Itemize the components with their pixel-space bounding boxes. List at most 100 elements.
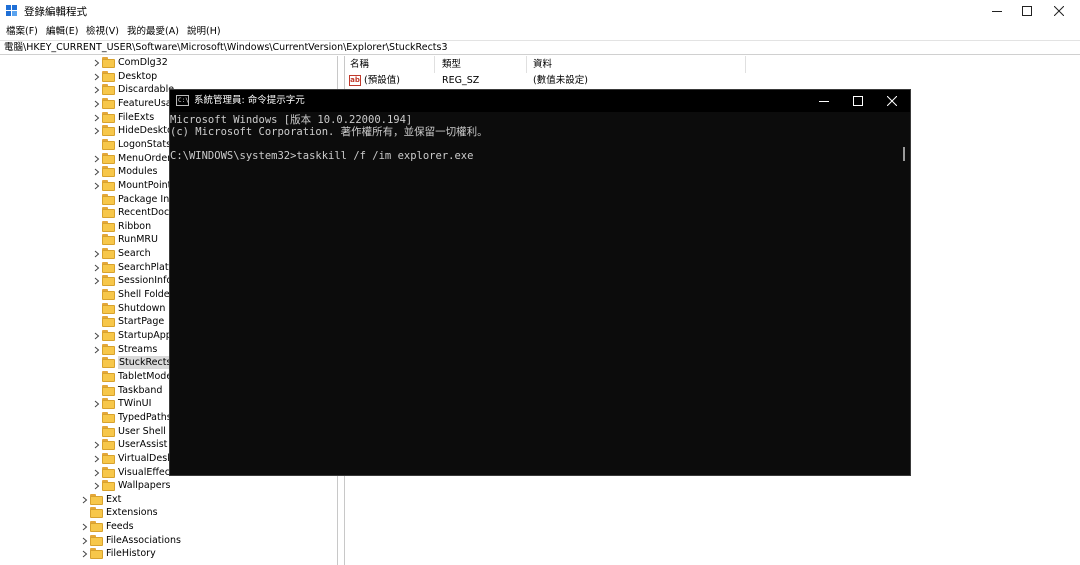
column-header-type[interactable]: 類型 (442, 58, 461, 71)
close-icon (887, 96, 897, 106)
chevron-right-icon[interactable] (81, 496, 89, 504)
chevron-right-icon[interactable] (93, 332, 101, 340)
tree-item-label: Ribbon (118, 220, 152, 232)
menu-edit[interactable]: 編輯(E) (46, 25, 78, 39)
folder-icon (102, 466, 115, 478)
tree-item-label: Ext (106, 493, 122, 505)
title-bar[interactable]: 登錄編輯程式 (0, 0, 1080, 24)
chevron-right-icon[interactable] (81, 537, 89, 545)
address-bar[interactable]: 電腦\HKEY_CURRENT_USER\Software\Microsoft\… (0, 40, 1080, 55)
chevron-right-icon[interactable] (93, 73, 101, 81)
chevron-right-icon[interactable] (93, 264, 101, 272)
tree-item-label: Feeds (106, 521, 134, 533)
cmd-maximize-button[interactable] (841, 90, 875, 112)
folder-icon (102, 425, 115, 437)
chevron-right-icon[interactable] (93, 250, 101, 258)
chevron-right-icon[interactable] (81, 550, 89, 558)
folder-icon (102, 398, 115, 410)
column-divider[interactable] (434, 56, 435, 73)
console-line: Microsoft Windows [版本 10.0.22000.194] (170, 114, 413, 126)
chevron-right-icon[interactable] (93, 469, 101, 477)
tree-item-label: FileAssociations (106, 534, 181, 546)
folder-icon (102, 302, 115, 314)
chevron-right-icon[interactable] (93, 114, 101, 122)
chevron-right-icon[interactable] (81, 523, 89, 531)
folder-icon (102, 152, 115, 164)
chevron-right-icon[interactable] (93, 155, 101, 163)
chevron-right-icon[interactable] (93, 127, 101, 135)
folder-icon (102, 411, 115, 423)
tree-item-label: RunMRU (118, 234, 158, 246)
column-divider[interactable] (745, 56, 746, 73)
menu-view[interactable]: 檢視(V) (86, 25, 119, 39)
chevron-right-icon[interactable] (93, 86, 101, 94)
registry-editor-icon (6, 5, 18, 18)
tree-item-label: Taskband (118, 384, 163, 396)
chevron-right-icon[interactable] (93, 277, 101, 285)
folder-icon (102, 452, 115, 464)
tree-item-label: Desktop (118, 70, 158, 82)
tree-item-label: Streams (118, 343, 158, 355)
folder-icon (90, 534, 103, 546)
column-header-name[interactable]: 名稱 (350, 58, 369, 71)
command-prompt-window[interactable]: C:\ 系統管理員: 命令提示字元 Microsoft Windows [版本 … (169, 89, 911, 476)
close-button[interactable] (1040, 0, 1078, 24)
chevron-right-icon[interactable] (93, 441, 101, 449)
folder-icon (102, 179, 115, 191)
value-type: REG_SZ (442, 75, 480, 86)
chevron-right-icon[interactable] (93, 100, 101, 108)
tree-item-label: TypedPaths (118, 411, 172, 423)
chevron-right-icon[interactable] (93, 482, 101, 490)
cmd-title-bar[interactable]: C:\ 系統管理員: 命令提示字元 (170, 90, 910, 112)
menu-favorites[interactable]: 我的最愛(A) (127, 25, 179, 39)
minimize-icon (992, 11, 1002, 12)
chevron-right-icon[interactable] (93, 59, 101, 67)
menu-file[interactable]: 檔案(F) (6, 25, 38, 39)
menu-bar: 檔案(F) 編輯(E) 檢視(V) 我的最愛(A) 說明(H) (0, 24, 1080, 40)
tree-item-label: SessionInfo (118, 275, 173, 287)
folder-icon (102, 138, 115, 150)
console-line: C:\WINDOWS\system32>taskkill /f /im expl… (170, 150, 474, 162)
maximize-icon (1022, 6, 1032, 16)
tree-item-label: Discardable (118, 84, 175, 96)
chevron-right-icon[interactable] (93, 455, 101, 463)
tree-item-label: TWinUI (118, 398, 152, 410)
folder-icon (102, 193, 115, 205)
cmd-close-button[interactable] (875, 90, 909, 112)
folder-icon (102, 261, 115, 273)
tree-item-label: UserAssist (118, 439, 168, 451)
column-divider[interactable] (526, 56, 527, 73)
folder-icon (102, 357, 115, 369)
chevron-right-icon[interactable] (93, 346, 101, 354)
folder-icon (102, 97, 115, 109)
address-path[interactable]: 電腦\HKEY_CURRENT_USER\Software\Microsoft\… (4, 41, 448, 54)
chevron-right-icon[interactable] (93, 182, 101, 190)
folder-icon (90, 548, 103, 560)
tree-item-label: TabletMode (118, 370, 173, 382)
value-name[interactable]: (預設值) (364, 74, 400, 88)
console-output[interactable]: Microsoft Windows [版本 10.0.22000.194] (c… (170, 112, 910, 475)
chevron-right-icon[interactable] (93, 168, 101, 176)
tree-item-label: ComDlg32 (118, 57, 168, 68)
folder-icon (102, 166, 115, 178)
string-value-icon: ab (349, 75, 361, 86)
folder-icon (102, 275, 115, 287)
tree-item-label: RecentDocs (118, 207, 175, 219)
folder-icon (102, 370, 115, 382)
window-title: 登錄編輯程式 (24, 6, 87, 18)
cmd-minimize-button[interactable] (807, 90, 841, 112)
tree-item-label: Modules (118, 166, 158, 178)
folder-icon (102, 70, 115, 82)
folder-icon (102, 207, 115, 219)
folder-icon (90, 493, 103, 505)
folder-icon (102, 220, 115, 232)
folder-icon (102, 343, 115, 355)
chevron-right-icon[interactable] (93, 400, 101, 408)
folder-icon (102, 234, 115, 246)
folder-icon (102, 316, 115, 328)
folder-icon (102, 111, 115, 123)
menu-help[interactable]: 說明(H) (187, 25, 221, 39)
column-header-data[interactable]: 資料 (533, 58, 552, 71)
console-scrollbar-thumb[interactable] (903, 147, 905, 161)
folder-icon (102, 125, 115, 137)
